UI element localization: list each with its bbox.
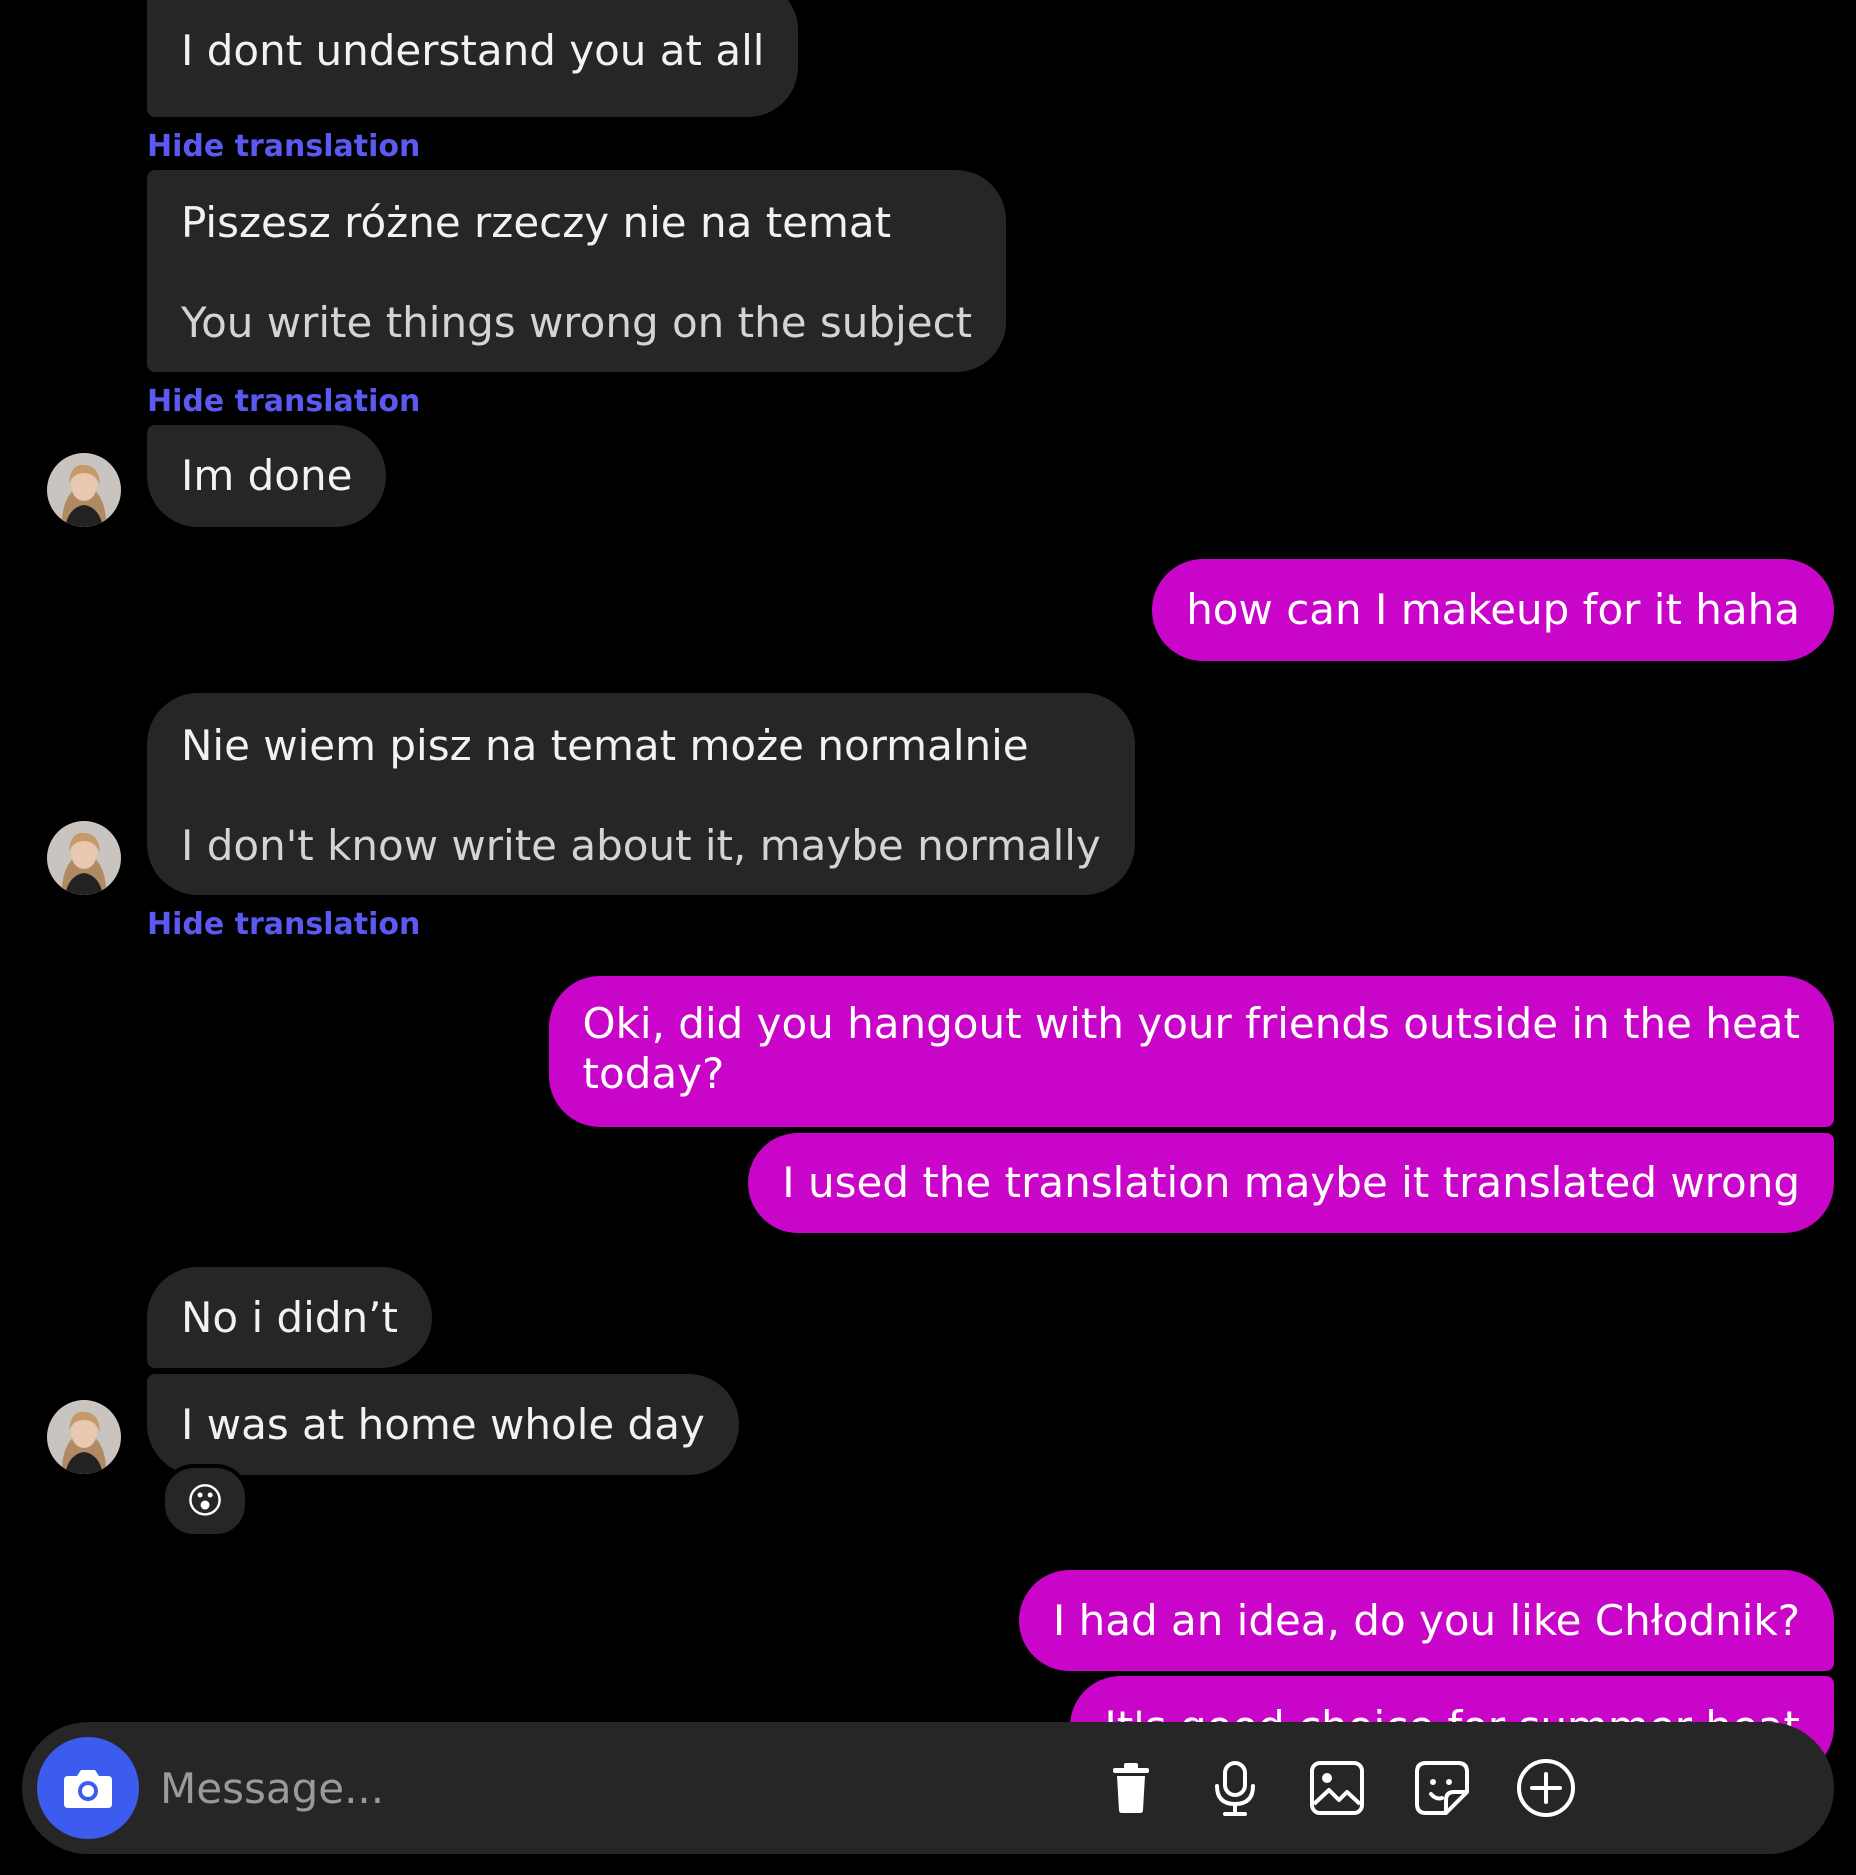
message-bubble-incoming[interactable]: Piszesz różne rzeczy nie na temat You wr…: [147, 170, 1007, 372]
hide-translation-link[interactable]: Hide translation: [147, 129, 420, 165]
message-translation: I don't know write about it, maybe norma…: [181, 821, 1101, 870]
message-text: I dont understand you at all: [181, 26, 765, 75]
message-text: how can I makeup for it haha: [1186, 585, 1800, 634]
message-text: I had an idea, do you like Chłodnik?: [1052, 1596, 1800, 1645]
message-text-line: today?: [582, 1049, 725, 1098]
message-bubble-incoming[interactable]: Nie wiem pisz na temat może normalnie I …: [147, 693, 1135, 895]
sticker-icon: [1415, 1761, 1469, 1815]
message-bubble-incoming[interactable]: I was at home whole day: [147, 1374, 739, 1475]
microphone-button[interactable]: [1203, 1756, 1267, 1820]
message-text: Piszesz różne rzeczy nie na temat: [181, 198, 892, 247]
message-bubble-outgoing[interactable]: Oki, did you hangout with your friends o…: [548, 976, 1834, 1127]
avatar-photo: [47, 821, 121, 895]
more-button[interactable]: [1514, 1756, 1578, 1820]
message-text: Im done: [181, 451, 353, 500]
camera-button[interactable]: [37, 1737, 139, 1839]
sticker-button[interactable]: [1410, 1756, 1474, 1820]
message-bubble-incoming[interactable]: Im done: [147, 425, 387, 527]
message-text: I was at home whole day: [181, 1400, 705, 1449]
avatar[interactable]: [47, 453, 121, 527]
avatar[interactable]: [47, 821, 121, 895]
message-translation: You write things wrong on the subject: [181, 298, 973, 347]
message-text: Nie wiem pisz na temat może normalnie: [181, 721, 1029, 770]
message-text-line: Oki, did you hangout with your friends o…: [582, 999, 1800, 1048]
hide-translation-link[interactable]: Hide translation: [147, 384, 420, 420]
avatar-photo: [47, 1400, 121, 1474]
message-input[interactable]: [160, 1756, 860, 1820]
message-bubble-incoming[interactable]: No i didn’t: [147, 1267, 432, 1368]
message-composer: [22, 1722, 1834, 1854]
gallery-button[interactable]: [1305, 1756, 1369, 1820]
message-bubble-outgoing[interactable]: I had an idea, do you like Chłodnik?: [1018, 1570, 1834, 1671]
avatar[interactable]: [47, 1400, 121, 1474]
message-bubble-outgoing[interactable]: how can I makeup for it haha: [1152, 559, 1834, 661]
message-text: I used the translation maybe it translat…: [782, 1158, 1800, 1207]
surprised-face-emoji: 😮: [186, 1480, 224, 1522]
message-bubble-outgoing[interactable]: I used the translation maybe it translat…: [748, 1133, 1834, 1233]
plus-circle-icon: [1517, 1759, 1575, 1817]
reaction-badge[interactable]: 😮: [161, 1464, 249, 1538]
message-text: No i didn’t: [181, 1293, 398, 1342]
avatar-photo: [47, 453, 121, 527]
trash-icon: [1113, 1763, 1149, 1813]
hide-translation-link[interactable]: Hide translation: [147, 907, 420, 943]
gallery-icon: [1310, 1761, 1364, 1815]
camera-icon: [64, 1770, 112, 1808]
microphone-icon: [1215, 1761, 1255, 1816]
trash-button[interactable]: [1099, 1756, 1163, 1820]
message-bubble-incoming[interactable]: I dont understand you at all: [147, 0, 799, 117]
